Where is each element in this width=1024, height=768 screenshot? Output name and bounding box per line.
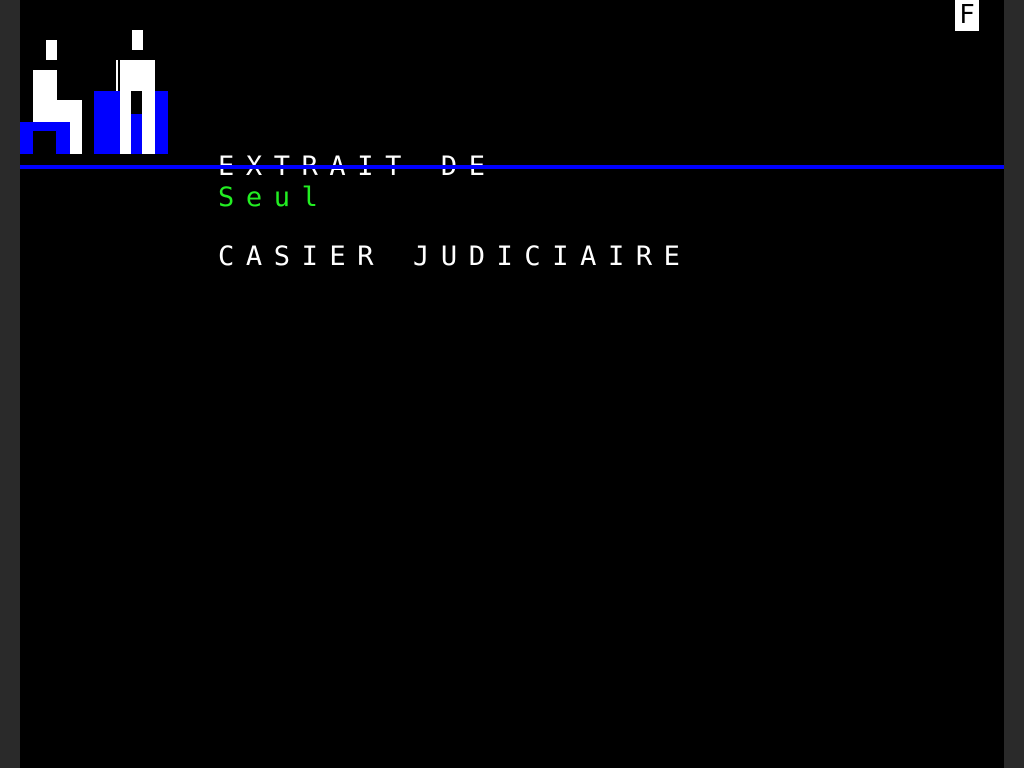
videotex-screen: F EXTRAIT DE CASIER JUDICIAIRE Seul [20,0,1004,768]
header-divider [20,165,1004,169]
mode-indicator: F [955,0,979,31]
courtroom-figures-icon [20,30,168,154]
subtitle-label: Seul [218,182,330,213]
title-line-2: CASIER JUDICIAIRE [218,241,692,272]
